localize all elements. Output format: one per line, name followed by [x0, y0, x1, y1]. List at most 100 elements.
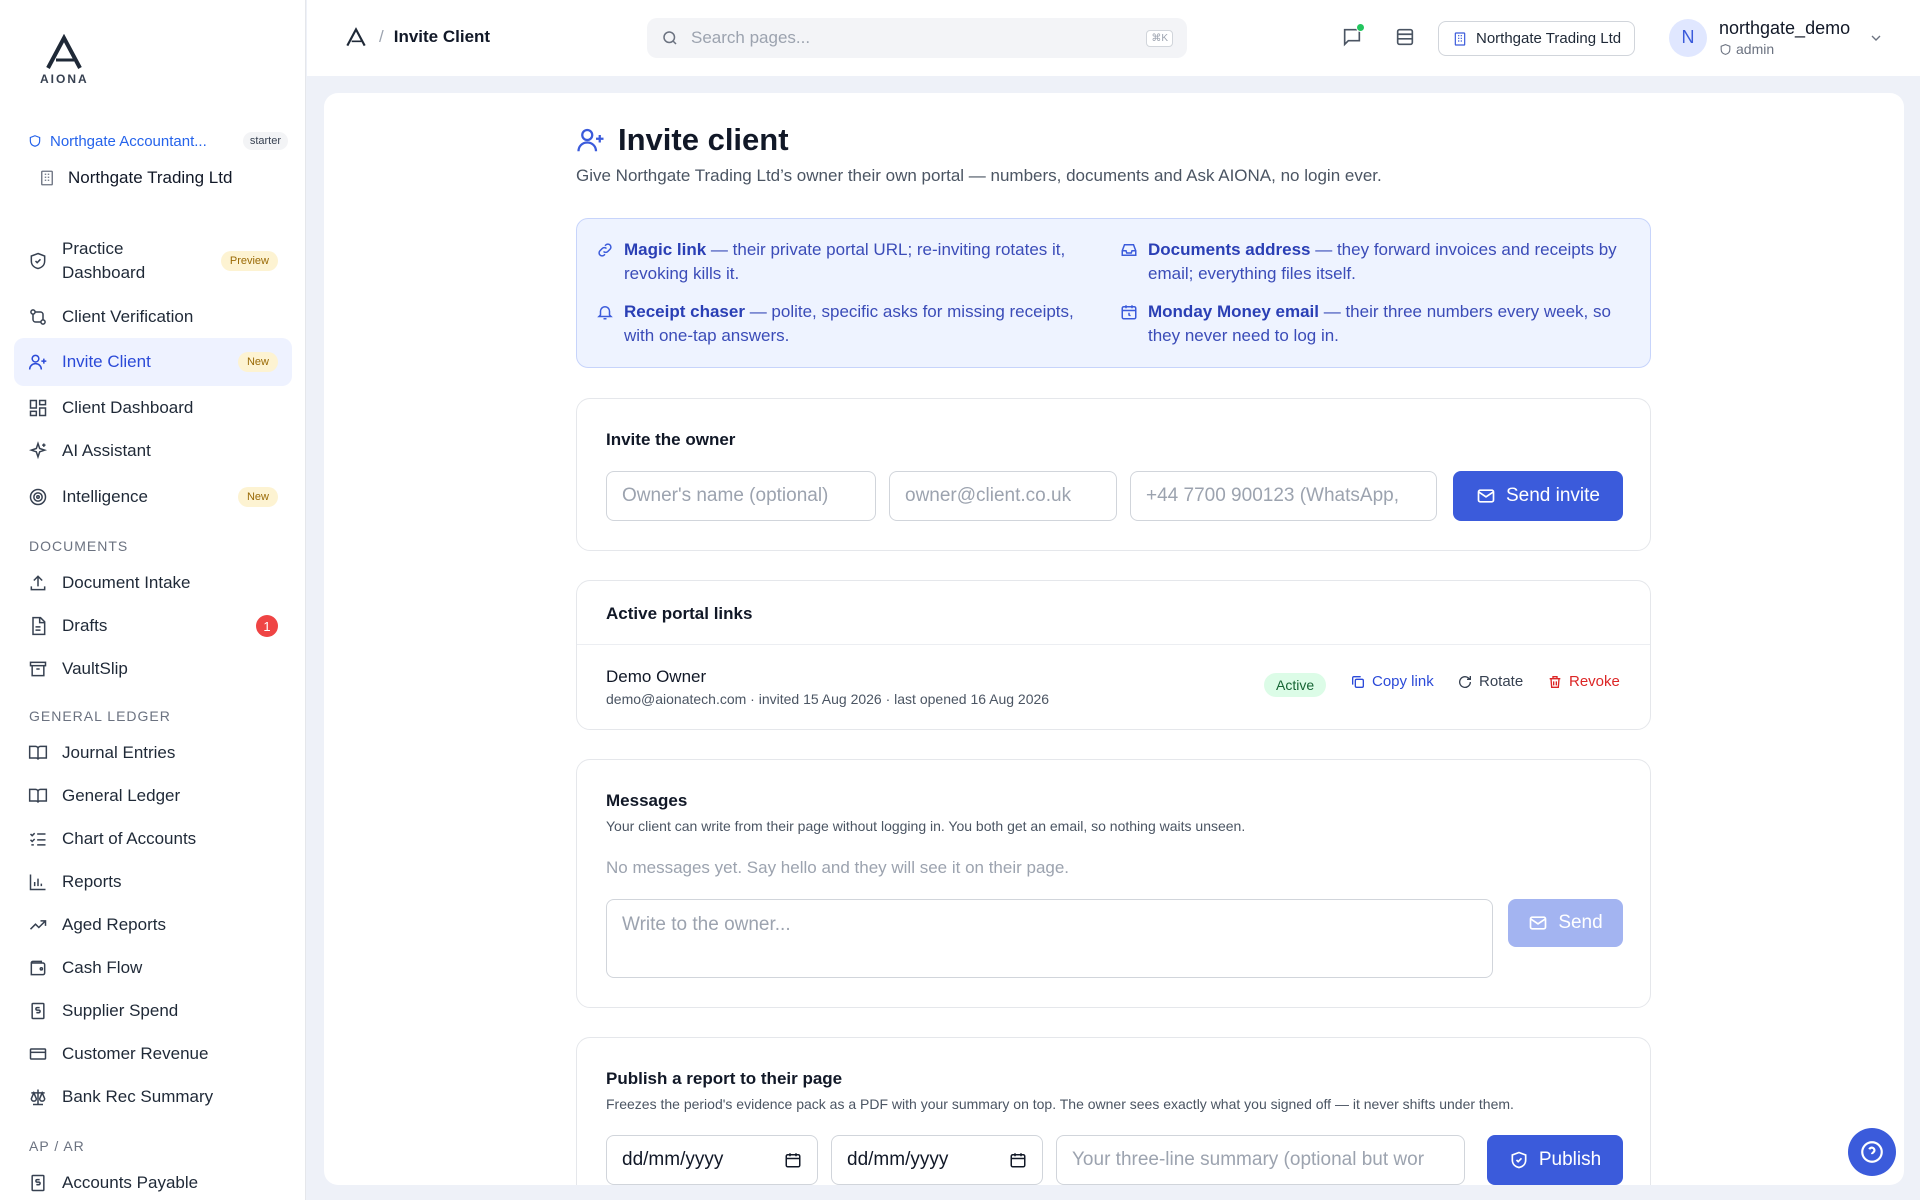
sidebar-item-chart-of-accounts[interactable]: Chart of Accounts [14, 826, 292, 852]
layout-toggle-button[interactable] [1394, 26, 1416, 48]
feature-magic-link: Magic link — their private portal URL; r… [596, 238, 1096, 286]
user-plus-icon [577, 128, 604, 152]
sidebar-item-label: Invite Client [62, 352, 151, 371]
sidebar-item-cash-flow[interactable]: Cash Flow [14, 955, 292, 981]
period-start-date[interactable]: dd/mm/yyyy [606, 1135, 818, 1185]
avatar: N [1669, 18, 1707, 57]
copy-icon [1352, 675, 1364, 688]
message-textarea[interactable]: Write to the owner... [606, 899, 1493, 978]
sidebar-item-reports[interactable]: Reports [14, 869, 292, 895]
breadcrumb-current: Invite Client [393, 27, 491, 46]
sidebar-item-label: Supplier Spend [62, 1001, 179, 1020]
sidebar-item-label: Accounts Payable [62, 1173, 199, 1192]
org-switcher[interactable]: Northgate Accountant... starter [28, 130, 288, 152]
top-bar: / Invite Client Search pages... ⌘K North… [307, 0, 1920, 76]
feature-title: Monday Money email [1148, 302, 1319, 321]
sidebar-item-ai-assistant[interactable]: AI Assistant [14, 437, 292, 465]
portal-owner-name: Demo Owner [606, 667, 707, 686]
message-placeholder: Write to the owner... [622, 914, 791, 935]
sidebar-item-accounts-payable[interactable]: Accounts Payable [14, 1170, 292, 1196]
search-input[interactable]: Search pages... ⌘K [647, 18, 1187, 58]
plan-badge: starter [242, 132, 288, 150]
sidebar-item-label: Reports [62, 872, 122, 891]
sparkles-icon [28, 441, 48, 460]
mail-icon [1477, 489, 1495, 503]
copy-link-button[interactable]: Copy link [1350, 673, 1434, 690]
git-compare-icon [30, 309, 46, 325]
help-button[interactable] [1848, 1128, 1896, 1176]
scale-icon [30, 1089, 46, 1106]
portal-owner-meta: demo@aionatech.com · invited 15 Aug 2026… [606, 691, 1050, 707]
page-title: Invite client [576, 122, 789, 158]
user-name: northgate_demo [1719, 18, 1851, 38]
sidebar-item-label: Chart of Accounts [62, 829, 197, 848]
sidebar-item-journal-entries[interactable]: Journal Entries [14, 740, 292, 766]
card-description: Freezes the period's evidence pack as a … [606, 1096, 1514, 1112]
owner-email-field[interactable]: owner@client.co.uk [889, 471, 1117, 521]
feature-title: Magic link [624, 240, 707, 259]
sidebar-item-invite-client[interactable]: Invite Client New [14, 338, 292, 386]
owner-phone-field[interactable]: +44 7700 900123 (WhatsApp, [1130, 471, 1437, 521]
summary-field[interactable]: Your three-line summary (optional but wo… [1056, 1135, 1465, 1185]
sidebar-item-general-ledger[interactable]: General Ledger [14, 783, 292, 809]
sidebar-item-client-dashboard[interactable]: Client Dashboard [14, 394, 292, 422]
sidebar-item-vaultslip[interactable]: VaultSlip [14, 656, 292, 682]
section-ap-ar: AP / AR [29, 1138, 85, 1154]
sidebar-item-supplier-spend[interactable]: Supplier Spend [14, 998, 292, 1024]
send-message-button[interactable]: Send [1508, 899, 1623, 947]
page-bottom-gutter [307, 1185, 1920, 1200]
calendar-clock-icon [1121, 305, 1137, 320]
aiona-logo[interactable]: AIONA [40, 34, 88, 86]
page-title-text: Invite client [618, 122, 789, 157]
building-icon [41, 170, 53, 186]
period-end-date[interactable]: dd/mm/yyyy [831, 1135, 1043, 1185]
sidebar-item-bank-rec-summary[interactable]: Bank Rec Summary [14, 1084, 292, 1110]
owner-phone-placeholder: +44 7700 900123 (WhatsApp, [1146, 485, 1399, 506]
sidebar-item-label: Document Intake [62, 573, 191, 592]
feature-receipt-chaser: Receipt chaser — polite, specific asks f… [596, 300, 1096, 348]
feature-documents-address: Documents address — they forward invoice… [1120, 238, 1630, 286]
chevron-down-icon [1871, 35, 1881, 41]
search-placeholder: Search pages... [691, 28, 811, 47]
preview-badge: Preview [220, 251, 278, 271]
sidebar-item-practice-dashboard[interactable]: Practice Dashboard Preview [14, 236, 292, 286]
summary-placeholder: Your three-line summary (optional but wo… [1072, 1149, 1425, 1170]
user-role: admin [1719, 41, 1850, 57]
page-subtitle: Give Northgate Trading Ltd’s owner their… [576, 166, 1382, 185]
org-selector-button[interactable]: Northgate Trading Ltd [1438, 21, 1636, 56]
feature-monday-money-email: Monday Money email — their three numbers… [1120, 300, 1630, 348]
publish-button[interactable]: Publish [1487, 1135, 1623, 1185]
sidebar-item-label: AI Assistant [62, 441, 151, 460]
sidebar-item-aged-reports[interactable]: Aged Reports [14, 912, 292, 938]
current-client[interactable]: Northgate Trading Ltd [38, 166, 232, 190]
shield-icon [29, 135, 41, 147]
publish-label: Publish [1538, 1149, 1602, 1170]
send-invite-button[interactable]: Send invite [1453, 471, 1623, 521]
sidebar-item-intelligence[interactable]: Intelligence New [14, 482, 292, 512]
revoke-button[interactable]: Revoke [1547, 673, 1620, 690]
user-role-label: admin [1736, 41, 1775, 57]
sidebar-item-document-intake[interactable]: Document Intake [14, 570, 292, 596]
user-menu[interactable]: N northgate_demo admin [1669, 18, 1884, 57]
org-selector-label: Northgate Trading Ltd [1476, 30, 1622, 47]
sidebar-item-label: General Ledger [62, 786, 181, 805]
shield-icon [1720, 43, 1731, 55]
credit-card-icon [29, 1048, 47, 1060]
help-circle-icon [1861, 1141, 1883, 1163]
rotate-button[interactable]: Rotate [1457, 673, 1523, 690]
sidebar: AIONA Northgate Accountant... starter No… [0, 0, 306, 1200]
revoke-label: Revoke [1569, 673, 1620, 690]
card-description: Your client can write from their page wi… [606, 818, 1246, 834]
current-client-name: Northgate Trading Ltd [68, 168, 233, 187]
sidebar-item-customer-revenue[interactable]: Customer Revenue [14, 1041, 292, 1067]
owner-name-field[interactable]: Owner's name (optional) [606, 471, 876, 521]
sidebar-item-client-verification[interactable]: Client Verification [14, 304, 292, 330]
sidebar-item-label: Client Dashboard [62, 398, 194, 417]
logo-mark-icon[interactable] [343, 24, 369, 50]
archive-icon [29, 661, 47, 677]
messages-card: Messages Your client can write from thei… [576, 759, 1651, 1008]
messages-button[interactable] [1341, 23, 1365, 48]
bell-icon [597, 306, 613, 320]
sidebar-item-drafts[interactable]: Drafts 1 [14, 613, 292, 639]
rotate-label: Rotate [1479, 673, 1524, 690]
